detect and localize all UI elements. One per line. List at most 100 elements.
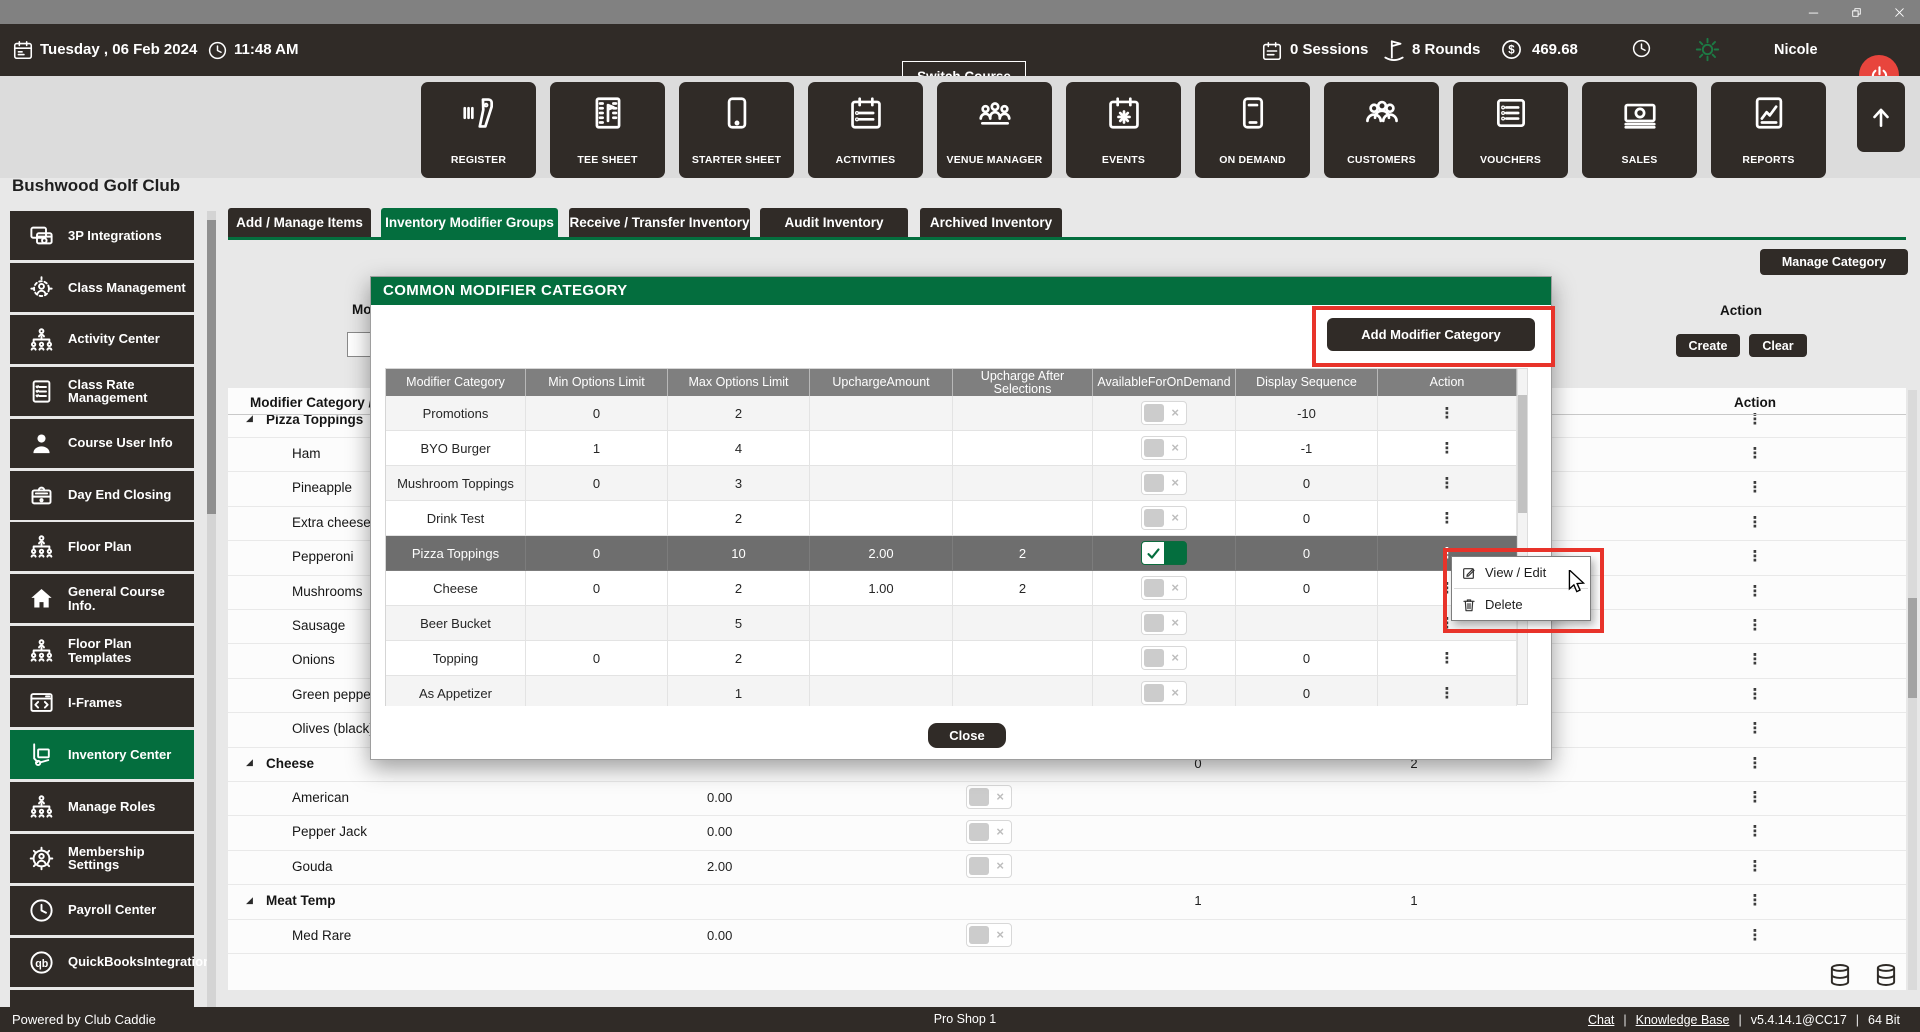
main-table-scrollbar-thumb[interactable] xyxy=(1908,598,1917,698)
on-demand-toggle[interactable]: × xyxy=(966,785,1012,810)
modifier-row-beer-bucket[interactable]: Beer Bucket 5 × ⋮ xyxy=(386,606,1517,641)
minimize-icon[interactable] xyxy=(1807,6,1820,19)
modifier-row-byo-burger[interactable]: BYO Burger 1 4 × -1 ⋮ xyxy=(386,431,1517,466)
manage-category-button[interactable]: Manage Category xyxy=(1760,249,1908,275)
on-demand-toggle[interactable]: × xyxy=(1141,506,1187,530)
toolbar-tile-reports[interactable]: REPORTS xyxy=(1711,82,1826,178)
clock-icon[interactable] xyxy=(1631,38,1652,59)
toolbar-tile-tee-sheet[interactable]: TEE SHEET xyxy=(550,82,665,178)
on-demand-toggle[interactable]: × xyxy=(966,854,1012,879)
kebab-menu-icon[interactable]: ⋮ xyxy=(1440,685,1455,701)
kebab-menu-icon[interactable]: ⋮ xyxy=(1440,475,1455,491)
on-demand-toggle[interactable]: × xyxy=(966,819,1012,844)
sidebar-item-class-management[interactable]: Class Management xyxy=(10,262,194,312)
sidebar-item-course-user-info[interactable]: Course User Info xyxy=(10,418,194,468)
restore-icon[interactable] xyxy=(1850,6,1863,19)
on-demand-toggle[interactable]: × xyxy=(1141,611,1187,635)
row-action-menu[interactable]: ⋮ xyxy=(1740,677,1770,711)
row-action-menu[interactable]: ⋮ xyxy=(1740,402,1770,436)
tree-item-label: Sausage xyxy=(292,617,346,633)
sidebar-item-day-end-closing[interactable]: Day End Closing xyxy=(10,470,194,520)
expand-triangle-icon[interactable]: ◢ xyxy=(246,414,253,424)
sidebar-item-inventory-center[interactable]: Inventory Center xyxy=(10,730,194,779)
row-action-menu[interactable]: ⋮ xyxy=(1740,436,1770,470)
on-demand-toggle[interactable]: × xyxy=(1141,646,1187,670)
row-action-menu[interactable]: ⋮ xyxy=(1740,505,1770,539)
row-action-menu[interactable]: ⋮ xyxy=(1740,849,1770,883)
kebab-menu-icon[interactable]: ⋮ xyxy=(1440,650,1455,666)
on-demand-toggle[interactable]: × xyxy=(1141,401,1187,425)
clear-button[interactable]: Clear xyxy=(1749,334,1807,357)
on-demand-toggle[interactable]: × xyxy=(966,923,1012,947)
row-action-menu[interactable]: ⋮ xyxy=(1740,712,1770,746)
modifier-row-as-appetizer[interactable]: As Appetizer 1 × 0 ⋮ xyxy=(386,676,1517,706)
export-inventory-icon[interactable] xyxy=(1873,962,1899,993)
close-dialog-button[interactable]: Close xyxy=(928,723,1006,748)
kebab-menu-icon[interactable]: ⋮ xyxy=(1440,510,1455,526)
modifier-row-mushroom-toppings[interactable]: Mushroom Toppings 0 3 × 0 ⋮ xyxy=(386,466,1517,501)
expand-triangle-icon[interactable]: ◢ xyxy=(246,896,253,906)
row-action-menu[interactable]: ⋮ xyxy=(1740,884,1770,918)
tab-audit-inventory[interactable]: Audit Inventory xyxy=(760,208,908,237)
sidebar-item-3p-integrations[interactable]: 3P Integrations xyxy=(10,211,194,260)
dialog-table-scrollbar-thumb[interactable] xyxy=(1518,395,1527,513)
knowledge-base-link[interactable]: Knowledge Base xyxy=(1636,1013,1730,1027)
sidebar-scrollbar-thumb[interactable] xyxy=(207,220,216,514)
chat-link[interactable]: Chat xyxy=(1588,1013,1614,1027)
close-icon[interactable] xyxy=(1893,6,1906,19)
create-button[interactable]: Create xyxy=(1676,334,1740,357)
sidebar-item-floor-plan[interactable]: Floor Plan xyxy=(10,522,194,572)
on-demand-toggle[interactable] xyxy=(1141,541,1187,565)
row-action-menu[interactable]: ⋮ xyxy=(1740,780,1770,814)
on-demand-toggle[interactable]: × xyxy=(1141,681,1187,705)
tab-archived-inventory[interactable]: Archived Inventory xyxy=(920,208,1062,237)
row-action-menu[interactable]: ⋮ xyxy=(1740,574,1770,608)
sidebar-item-label: Class Rate Management xyxy=(68,376,148,406)
modifier-row-drink-test[interactable]: Drink Test 2 × 0 ⋮ xyxy=(386,501,1517,536)
kebab-menu-icon: ⋮ xyxy=(1747,650,1763,669)
toolbar-tile-activities[interactable]: ACTIVITIES xyxy=(808,82,923,178)
row-action-menu[interactable]: ⋮ xyxy=(1740,918,1770,952)
sidebar-item-payroll-center[interactable]: Payroll Center xyxy=(10,885,194,935)
sidebar-item-i-frames[interactable]: I-Frames xyxy=(10,678,194,728)
toolbar-tile-events[interactable]: EVENTS xyxy=(1066,82,1181,178)
toolbar-tile-starter-sheet[interactable]: STARTER SHEET xyxy=(679,82,794,178)
check-icon xyxy=(1146,546,1161,564)
toolbar-tile-on-demand[interactable]: ON DEMAND xyxy=(1195,82,1310,178)
modifier-row-cheese[interactable]: Cheese 0 2 1.00 2 × 0 ⋮ xyxy=(386,571,1517,606)
toolbar-tile-vouchers[interactable]: VOUCHERS xyxy=(1453,82,1568,178)
on-demand-toggle[interactable]: × xyxy=(1141,471,1187,495)
gear-icon[interactable] xyxy=(1694,36,1721,63)
toolbar-tile-venue-manager[interactable]: VENUE MANAGER xyxy=(937,82,1052,178)
sync-inventory-icon[interactable] xyxy=(1827,962,1853,993)
tab-inventory-modifier-groups[interactable]: Inventory Modifier Groups xyxy=(381,208,558,237)
modifier-row-promotions[interactable]: Promotions 0 2 × -10 ⋮ xyxy=(386,396,1517,431)
modifier-row-pizza-toppings[interactable]: Pizza Toppings 0 10 2.00 2 0 ⋮ xyxy=(386,536,1517,571)
row-action-menu[interactable]: ⋮ xyxy=(1740,815,1770,849)
toolbar-tile-sales[interactable]: SALES xyxy=(1582,82,1697,178)
sidebar-item-quickbooksintegration[interactable]: qb QuickBooksIntegration xyxy=(10,937,211,987)
sidebar-item-membership-settings[interactable]: Membership Settings xyxy=(10,833,194,883)
scroll-top-button[interactable] xyxy=(1857,82,1905,152)
sidebar-item-general-course-info[interactable]: General Course Info. xyxy=(10,574,194,624)
sidebar-item-floor-plan-templates[interactable]: Floor Plan Templates xyxy=(10,626,194,676)
tab-add-manage-items[interactable]: Add / Manage Items xyxy=(228,208,371,237)
toolbar-tile-register[interactable]: REGISTER xyxy=(421,82,536,178)
add-modifier-category-button[interactable]: Add Modifier Category xyxy=(1327,318,1535,351)
row-action-menu[interactable]: ⋮ xyxy=(1740,471,1770,505)
row-action-menu[interactable]: ⋮ xyxy=(1740,643,1770,677)
kebab-menu-icon[interactable]: ⋮ xyxy=(1440,405,1455,421)
row-action-menu[interactable]: ⋮ xyxy=(1740,540,1770,574)
on-demand-toggle[interactable]: × xyxy=(1141,436,1187,460)
row-action-menu[interactable]: ⋮ xyxy=(1740,608,1770,642)
sidebar-item-class-rate-management[interactable]: Class Rate Management xyxy=(10,366,194,416)
on-demand-toggle[interactable]: × xyxy=(1141,576,1187,600)
sidebar-item-manage-roles[interactable]: Manage Roles xyxy=(10,781,194,831)
tab-receive-transfer-inventory[interactable]: Receive / Transfer Inventory xyxy=(569,208,750,237)
modifier-row-topping[interactable]: Topping 0 2 × 0 ⋮ xyxy=(386,641,1517,676)
expand-triangle-icon[interactable]: ◢ xyxy=(246,758,253,768)
row-action-menu[interactable]: ⋮ xyxy=(1740,746,1770,780)
toolbar-tile-customers[interactable]: CUSTOMERS xyxy=(1324,82,1439,178)
sidebar-item-activity-center[interactable]: Activity Center xyxy=(10,314,194,364)
kebab-menu-icon[interactable]: ⋮ xyxy=(1440,440,1455,456)
